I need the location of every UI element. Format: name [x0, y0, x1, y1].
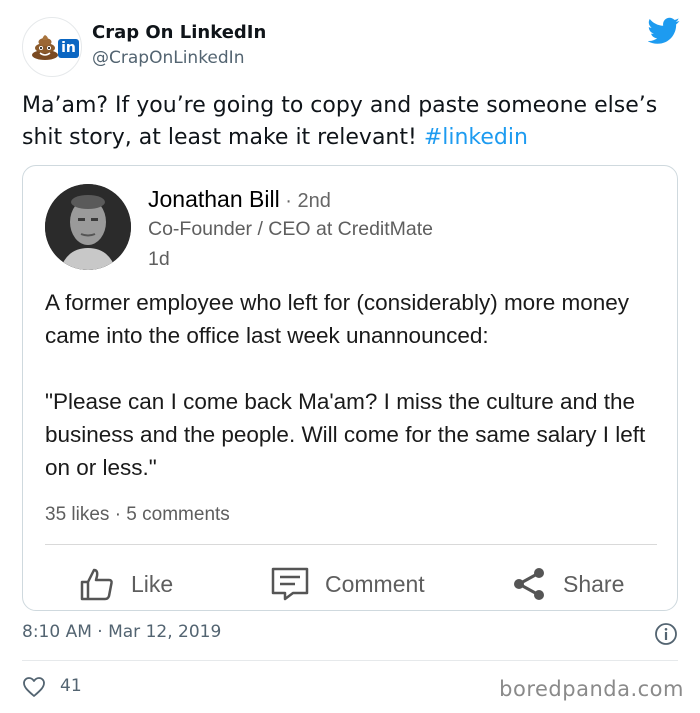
- tweet-text: Ma’am? If you’re going to copy and paste…: [22, 90, 682, 154]
- like-label: Like: [131, 570, 174, 597]
- share-label: Share: [563, 570, 625, 597]
- linkedin-post-stats: 35 likes · 5 comments: [45, 504, 230, 525]
- comment-label: Comment: [325, 570, 425, 597]
- linkedin-profile-photo: [45, 184, 131, 270]
- thumbs-up-icon: [80, 568, 113, 601]
- tweet-timestamp[interactable]: 8:10 AM · Mar 12, 2019: [22, 622, 221, 642]
- info-icon[interactable]: [654, 622, 678, 646]
- comment-icon: [271, 567, 309, 601]
- poop-emoji-icon: [32, 35, 58, 60]
- share-icon: [514, 568, 544, 600]
- linkedin-like-button: Like: [79, 564, 173, 604]
- linkedin-post-body: A former employee who left for (consider…: [45, 286, 665, 517]
- divider: [45, 544, 657, 545]
- linkedin-name-text: Jonathan Bill: [148, 186, 280, 212]
- post-paragraph: A former employee who left for (consider…: [45, 290, 629, 348]
- divider: [22, 660, 678, 661]
- linkedin-logo-icon: in: [58, 39, 79, 58]
- linkedin-author-title: Co-Founder / CEO at CreditMate: [148, 218, 434, 240]
- linkedin-comment-button: Comment: [271, 564, 425, 604]
- boredpanda-watermark: boredpanda.com: [499, 677, 684, 701]
- linkedin-post-image[interactable]: Jonathan Bill · 2nd Co-Founder / CEO at …: [22, 165, 678, 611]
- post-paragraph: "Please can I come back Ma'am? I miss th…: [45, 389, 646, 480]
- twitter-bird-icon[interactable]: [648, 17, 680, 45]
- heart-icon[interactable]: [22, 676, 46, 698]
- like-count: 41: [60, 676, 82, 696]
- linkedin-post-time: 1d: [148, 248, 170, 270]
- author-avatar[interactable]: in: [22, 17, 82, 77]
- linkedin-share-button: Share: [511, 564, 624, 604]
- tweet-body: Ma’am? If you’re going to copy and paste…: [22, 93, 658, 150]
- connection-degree: · 2nd: [279, 190, 331, 212]
- linkedin-author-name: Jonathan Bill · 2nd: [148, 186, 331, 213]
- author-name[interactable]: Crap On LinkedIn: [92, 22, 266, 43]
- author-handle[interactable]: @CrapOnLinkedIn: [92, 48, 244, 68]
- person-photo-icon: [45, 184, 131, 270]
- hashtag-link[interactable]: #linkedin: [424, 125, 528, 150]
